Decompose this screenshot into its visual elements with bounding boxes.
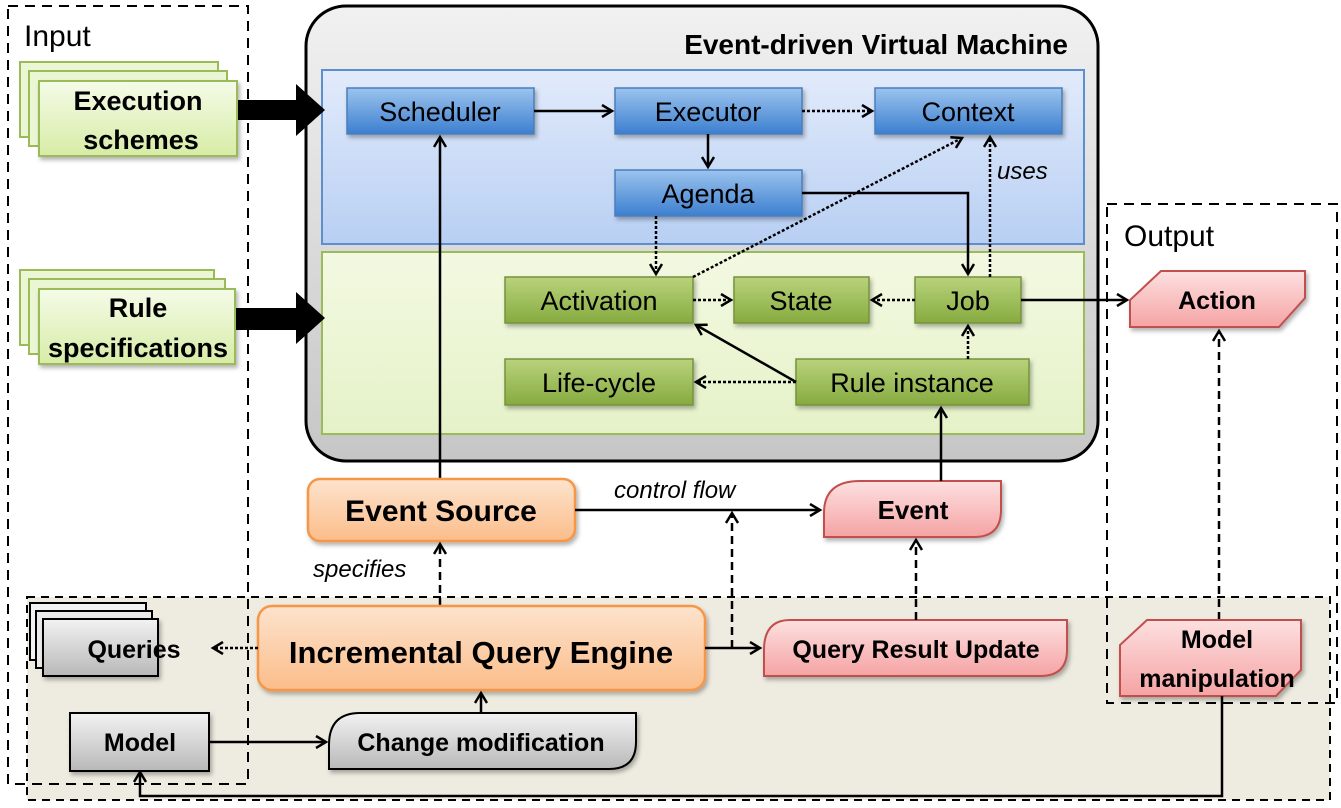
model-label: Model bbox=[104, 729, 176, 757]
control-flow-label: control flow bbox=[614, 477, 737, 504]
rule-specifications-stack: Rule specifications bbox=[19, 269, 236, 365]
execution-schemes-line2: schemes bbox=[83, 125, 199, 155]
action-label: Action bbox=[1178, 287, 1256, 315]
execution-schemes-stack: Execution schemes bbox=[19, 61, 238, 157]
change-modification-label: Change modification bbox=[357, 729, 604, 757]
rule-specifications-line1: Rule bbox=[109, 293, 168, 323]
incremental-query-engine-box[interactable]: Incremental Query Engine bbox=[256, 604, 707, 692]
life-cycle-label: Life-cycle bbox=[542, 368, 656, 398]
model-manipulation-line1: Model bbox=[1181, 626, 1253, 654]
event-label: Event bbox=[878, 495, 949, 525]
execution-schemes-line1: Execution bbox=[73, 86, 202, 116]
event-source-box[interactable]: Event Source bbox=[306, 477, 577, 543]
context-box[interactable]: Context bbox=[874, 87, 1063, 135]
scheduler-label: Scheduler bbox=[379, 97, 501, 127]
activation-box[interactable]: Activation bbox=[504, 276, 694, 324]
executor-label: Executor bbox=[655, 97, 762, 127]
queries-label: Queries bbox=[87, 636, 180, 664]
rule-instance-label: Rule instance bbox=[830, 368, 994, 398]
job-label: Job bbox=[946, 286, 990, 316]
model-box[interactable]: Model bbox=[69, 712, 210, 772]
rule-instance-box[interactable]: Rule instance bbox=[795, 358, 1030, 406]
uses-label: uses bbox=[997, 158, 1048, 185]
model-manipulation-line2: manipulation bbox=[1139, 665, 1295, 693]
life-cycle-box[interactable]: Life-cycle bbox=[504, 358, 694, 406]
agenda-label: Agenda bbox=[661, 179, 755, 209]
incremental-query-engine-label: Incremental Query Engine bbox=[289, 635, 673, 670]
executor-box[interactable]: Executor bbox=[614, 87, 803, 135]
query-result-update-label: Query Result Update bbox=[792, 636, 1039, 664]
state-box[interactable]: State bbox=[733, 276, 870, 324]
event-source-label: Event Source bbox=[345, 495, 537, 528]
change-modification-box[interactable]: Change modification bbox=[328, 712, 637, 770]
query-result-update-box[interactable]: Query Result Update bbox=[763, 619, 1068, 677]
specifies-label: specifies bbox=[313, 556, 406, 583]
activation-label: Activation bbox=[540, 286, 657, 316]
model-manipulation-box[interactable]: Model manipulation bbox=[1119, 619, 1302, 697]
architecture-diagram: Input Output Event-driven Virtual Machin… bbox=[7, 4, 1338, 801]
agenda-box[interactable]: Agenda bbox=[614, 169, 803, 217]
input-region-label: Input bbox=[24, 20, 91, 53]
output-region-label: Output bbox=[1124, 220, 1215, 253]
job-box[interactable]: Job bbox=[914, 276, 1022, 324]
event-box[interactable]: Event bbox=[823, 480, 1002, 538]
vm-title: Event-driven Virtual Machine bbox=[684, 29, 1068, 60]
action-box[interactable]: Action bbox=[1129, 270, 1306, 328]
state-label: State bbox=[769, 286, 832, 316]
rule-specifications-line2: specifications bbox=[48, 333, 228, 363]
scheduler-box[interactable]: Scheduler bbox=[346, 87, 535, 135]
context-label: Context bbox=[921, 97, 1015, 127]
